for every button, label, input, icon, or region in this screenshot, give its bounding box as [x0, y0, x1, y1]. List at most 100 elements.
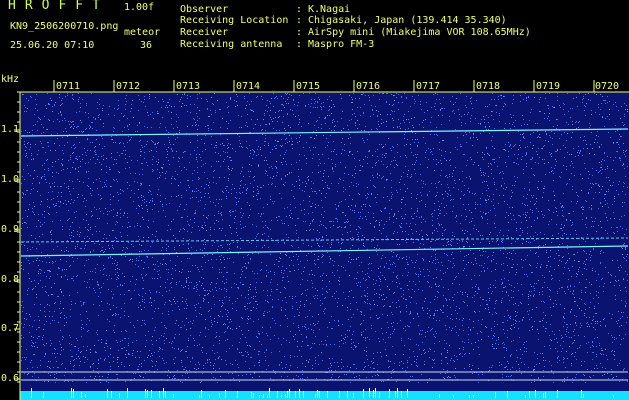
time-label: 0712 [116, 81, 141, 92]
intensity-spike [525, 395, 526, 398]
intensity-spike [373, 390, 374, 398]
meta-key-antenna: Receiving antenna [180, 39, 283, 50]
intensity-spike [281, 395, 282, 398]
intensity-spike [107, 389, 108, 398]
intensity-spike [71, 388, 72, 398]
intensity-spike [375, 388, 376, 398]
intensity-spike [277, 391, 278, 398]
intensity-spike [173, 394, 174, 398]
y-tick-label: 0.6 [1, 373, 20, 384]
intensity-spike [73, 389, 74, 398]
time-label: 0720 [595, 81, 620, 92]
y-tick-label: 0.9 [1, 224, 20, 235]
intensity-spike [127, 388, 128, 398]
intensity-spike [267, 395, 268, 398]
intensity-spike [119, 393, 120, 398]
intensity-spike [163, 388, 164, 398]
intensity-spike [363, 389, 364, 398]
intensity-spike [583, 394, 584, 398]
intensity-spike [407, 389, 408, 398]
intensity-spike [495, 392, 496, 398]
spectrogram [14, 80, 629, 400]
y-tick-label: 1.1 [1, 124, 20, 135]
intensity-spike [263, 394, 264, 398]
intensity-spike [315, 394, 316, 398]
intensity-spike [339, 391, 340, 398]
intensity-spike [289, 389, 290, 398]
app-logo: HROFFT [8, 0, 109, 13]
spectrogram-background [20, 92, 629, 400]
meta-colon: : [296, 27, 303, 38]
intensity-spike [225, 390, 226, 398]
intensity-spike [285, 394, 286, 398]
intensity-spike [111, 391, 112, 398]
intensity-spike [379, 392, 380, 398]
intensity-spike [287, 391, 288, 398]
intensity-spike [209, 395, 210, 398]
time-label: 0717 [416, 81, 441, 92]
intensity-spike [545, 392, 546, 398]
intensity-spike [473, 395, 474, 398]
intensity-spike [199, 395, 200, 398]
intensity-spike [201, 390, 202, 398]
app-version: 1.00f [124, 2, 155, 13]
intensity-spike [581, 390, 582, 398]
intensity-spike [317, 390, 318, 398]
y-tick-label: 0.7 [1, 323, 20, 334]
intensity-spike [319, 391, 320, 398]
time-label: 0713 [176, 81, 201, 92]
intensity-spike [303, 391, 304, 398]
intensity-spike [237, 391, 238, 398]
intensity-spike [397, 388, 398, 398]
time-label: 0718 [476, 81, 501, 92]
meta-colon: : [296, 15, 303, 26]
intensity-spike [613, 395, 614, 398]
time-label: 0716 [356, 81, 381, 92]
intensity-spike [253, 393, 254, 398]
intensity-spike [43, 392, 44, 398]
intensity-spike [147, 390, 148, 398]
intensity-spike [543, 393, 544, 398]
intensity-spike [469, 395, 470, 398]
intensity-spike [327, 391, 328, 398]
time-label: 0714 [236, 81, 261, 92]
intensity-spike [389, 389, 390, 398]
meta-key-location: Receiving Location [180, 15, 289, 26]
time-label: 0715 [296, 81, 321, 92]
intensity-spike [85, 394, 86, 398]
intensity-spike [151, 390, 152, 398]
meteor-label: meteor [124, 27, 161, 38]
intensity-spike [507, 391, 508, 398]
file-name: KN9_2506200710.png [10, 21, 119, 32]
intensity-spike [347, 391, 348, 398]
intensity-spike [299, 389, 300, 398]
intensity-spike [159, 391, 160, 398]
intensity-spike [251, 392, 252, 398]
meta-value-receiver: AirSpy mini (Miakejima VOR 108.65MHz) [308, 27, 531, 38]
intensity-spike [31, 388, 32, 398]
intensity-spike [295, 391, 296, 398]
intensity-spike [165, 391, 166, 398]
meta-colon: : [296, 39, 303, 50]
time-label: 0719 [536, 81, 561, 92]
time-label: 0711 [56, 81, 81, 92]
hrofft-window: HROFFT 1.00f KN9_2506200710.png meteor 2… [0, 0, 629, 400]
y-tick-label: 0.8 [1, 274, 20, 285]
capture-datetime: 25.06.20 07:10 [10, 40, 95, 51]
intensity-spike [81, 392, 82, 398]
meta-value-location: Chigasaki, Japan (139.414 35.340) [308, 15, 507, 26]
intensity-spike [535, 390, 536, 398]
intensity-spike [369, 388, 370, 398]
intensity-spike [529, 391, 530, 398]
intensity-spike [219, 393, 220, 398]
intensity-spike [453, 395, 454, 398]
intensity-spike [557, 390, 558, 398]
intensity-spike [353, 393, 354, 398]
intensity-spike [145, 389, 146, 398]
meta-key-receiver: Receiver [180, 27, 229, 38]
intensity-spike [259, 395, 260, 398]
meteor-count: 36 [140, 40, 153, 51]
intensity-spike [439, 394, 440, 398]
intensity-spike [269, 388, 270, 398]
y-axis-unit: kHz [1, 74, 20, 85]
